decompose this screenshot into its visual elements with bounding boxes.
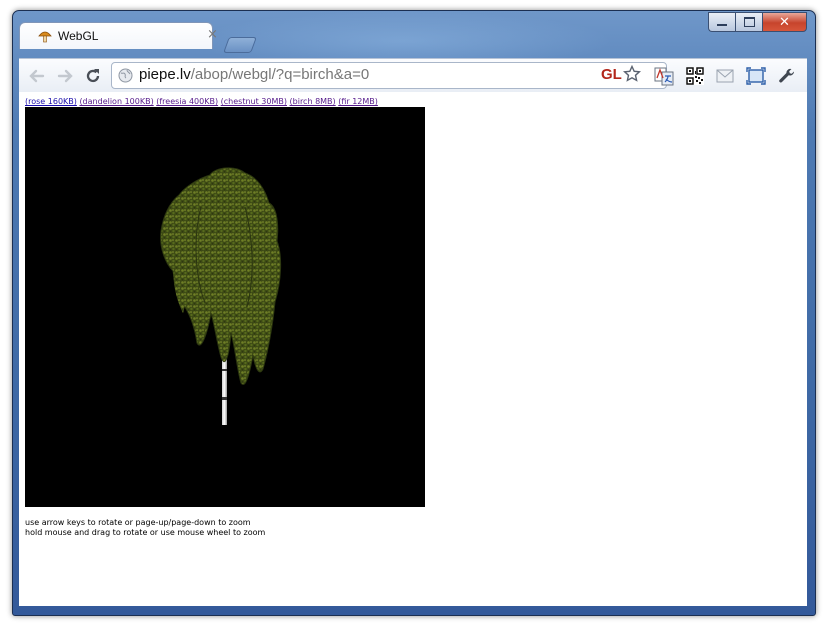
settings-wrench-button[interactable] [777, 66, 797, 86]
maximize-button[interactable] [735, 12, 762, 32]
reload-icon [86, 69, 100, 83]
page-content: (rose 160KB) (dandelion 100KB) (freesia … [19, 92, 807, 606]
translate-extension-button[interactable] [654, 66, 674, 86]
bookmark-star-icon[interactable] [623, 65, 641, 83]
wrench-icon [779, 68, 795, 83]
model-links: (rose 160KB) (dandelion 100KB) (freesia … [25, 97, 378, 106]
link-rose[interactable]: (rose 160KB) [25, 97, 77, 106]
window-controls: ✕ [708, 12, 807, 32]
tab-webgl[interactable]: WebGL × [19, 22, 218, 49]
qr-code-extension-button[interactable] [685, 66, 705, 86]
url-text[interactable]: piepe.lv/abop/webgl/?q=birch&a=0 [139, 66, 369, 83]
forward-button[interactable] [55, 66, 75, 86]
back-button[interactable] [27, 66, 47, 86]
link-birch[interactable]: (birch 8MB) [290, 97, 336, 106]
birch-tree-render [160, 167, 282, 425]
fullscreen-extension-button[interactable] [746, 66, 766, 86]
screen-frame-icon [746, 67, 766, 85]
mushroom-favicon-icon [38, 31, 52, 43]
url-path: /abop/webgl/?q=birch&a=0 [190, 66, 370, 83]
link-fir[interactable]: (fir 12MB) [338, 97, 378, 106]
browser-toolbar: piepe.lv/abop/webgl/?q=birch&a=0 GL [19, 58, 807, 92]
envelope-icon [716, 69, 734, 83]
help-line-keys: use arrow keys to rotate or page-up/page… [25, 518, 251, 527]
back-arrow-icon [29, 69, 45, 83]
minimize-icon [717, 24, 727, 26]
minimize-button[interactable] [708, 12, 735, 32]
tab-close-icon[interactable]: × [207, 27, 218, 42]
forward-arrow-icon [57, 69, 73, 83]
qr-code-icon [686, 67, 704, 85]
url-host: piepe.lv [139, 66, 191, 83]
link-dandelion[interactable]: (dandelion 100KB) [79, 97, 153, 106]
close-window-button[interactable]: ✕ [762, 12, 807, 32]
close-icon: ✕ [779, 14, 790, 30]
address-bar[interactable]: piepe.lv/abop/webgl/?q=birch&a=0 GL [111, 62, 667, 89]
maximize-icon [743, 17, 755, 27]
link-chestnut[interactable]: (chestnut 30MB) [221, 97, 287, 106]
help-line-mouse: hold mouse and drag to rotate or use mou… [25, 528, 266, 537]
new-tab-button[interactable] [223, 37, 257, 53]
mail-extension-button[interactable] [715, 66, 735, 86]
reload-button[interactable] [83, 66, 103, 86]
tab-title: WebGL [58, 29, 99, 43]
gl-extension-badge[interactable]: GL [601, 66, 622, 83]
link-freesia[interactable]: (freesia 400KB) [156, 97, 218, 106]
help-text: use arrow keys to rotate or page-up/page… [25, 518, 265, 538]
webgl-canvas[interactable] [25, 107, 425, 507]
globe-icon [118, 68, 133, 83]
translate-icon [654, 67, 674, 86]
